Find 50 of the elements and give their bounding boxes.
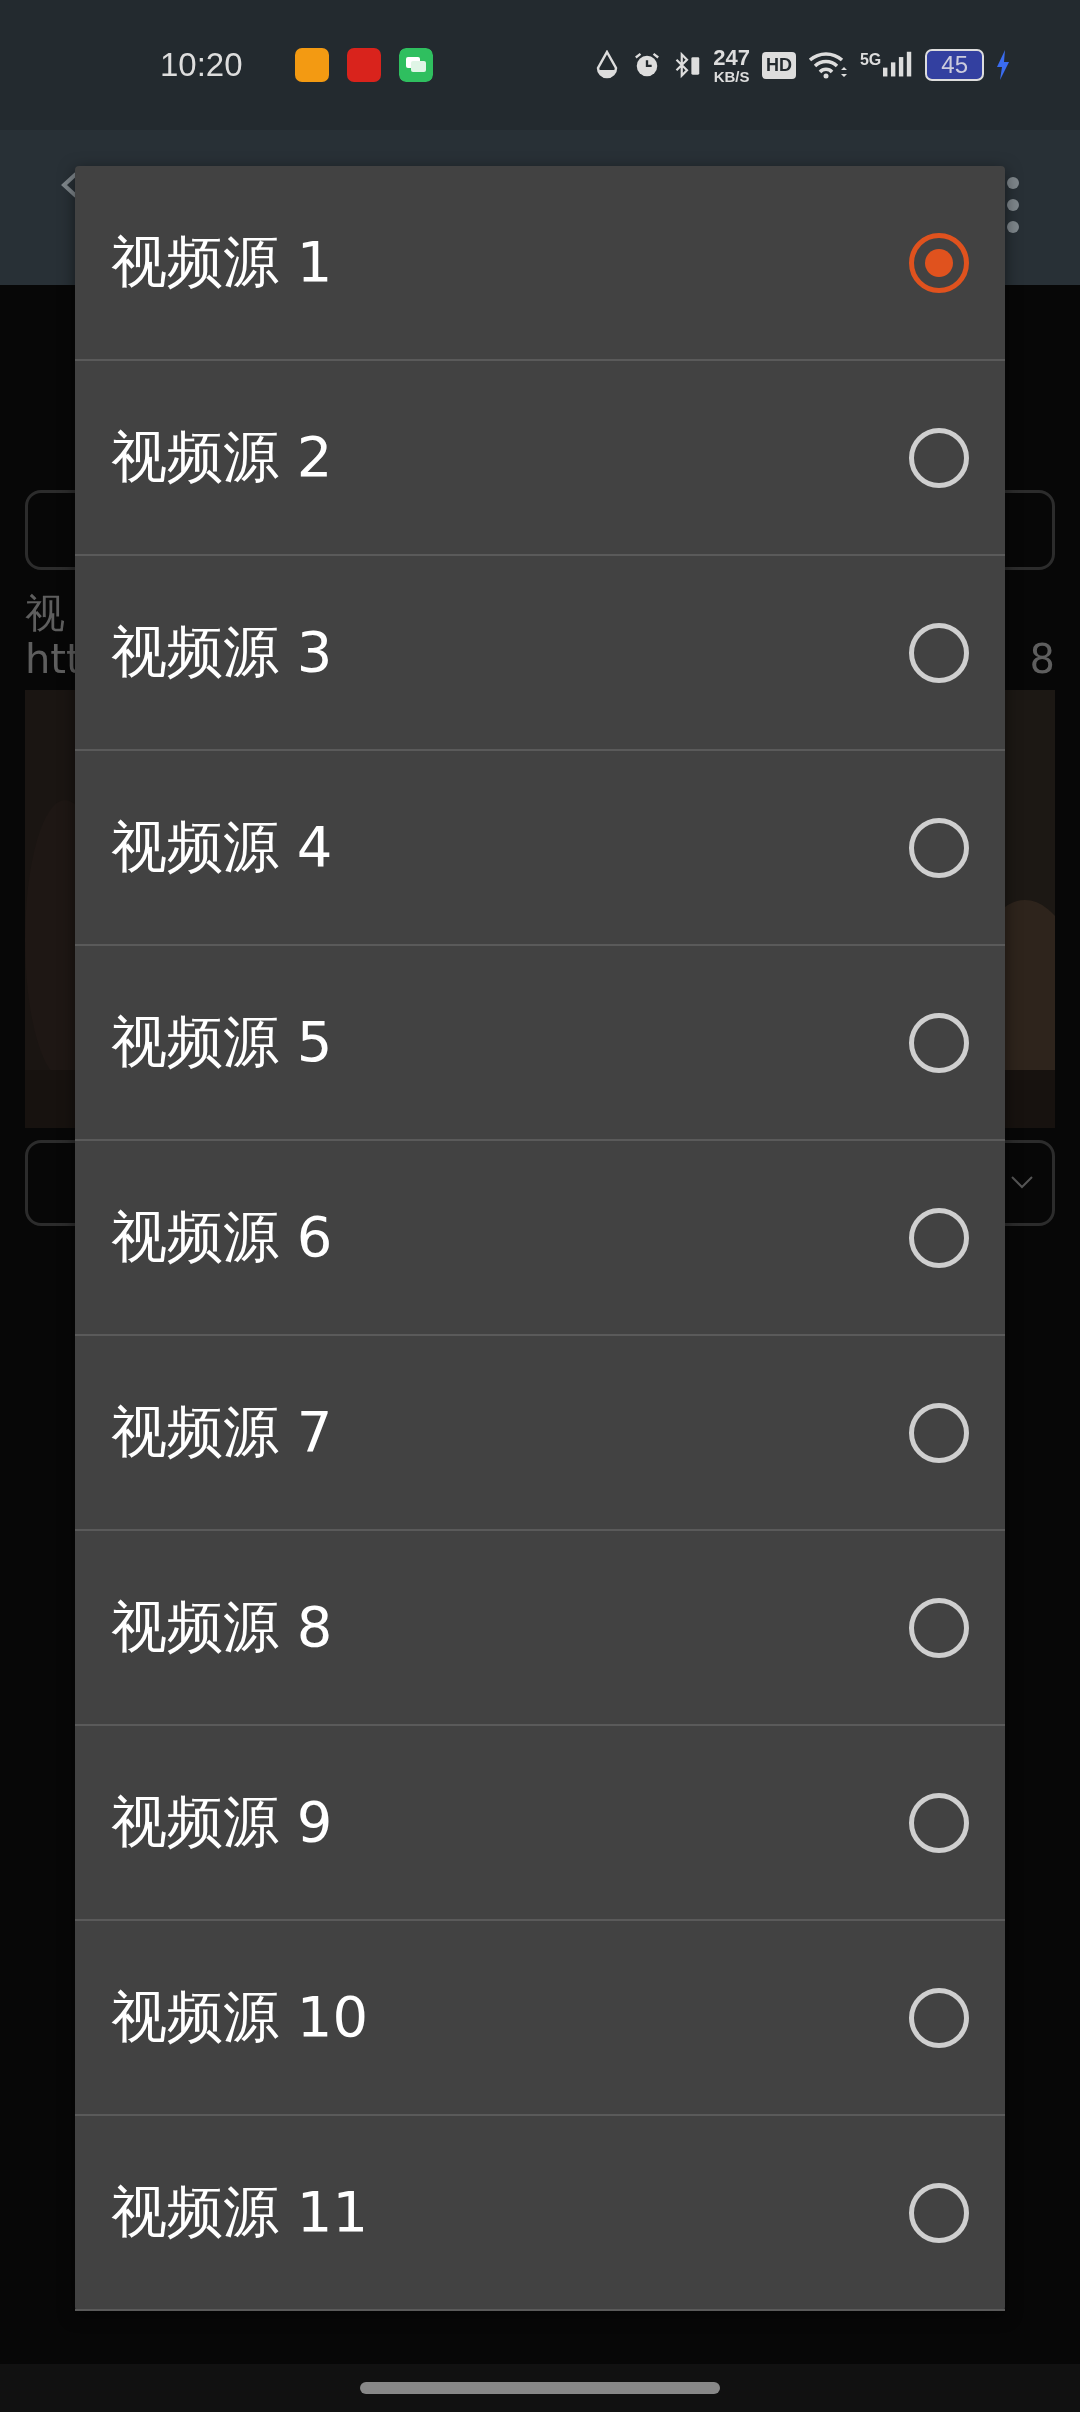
radio-button[interactable] [909, 1012, 969, 1073]
option-item[interactable]: 视频源 4 [75, 751, 1005, 946]
radio-button[interactable] [909, 427, 969, 488]
url-text: 8 [1029, 636, 1055, 682]
radio-button[interactable] [909, 817, 969, 878]
radio-button[interactable] [909, 1597, 969, 1658]
option-label: 视频源 4 [111, 812, 333, 881]
radio-button[interactable] [909, 622, 969, 683]
radio-button[interactable] [909, 232, 969, 293]
chat-icon [398, 48, 433, 82]
option-label: 视频源 2 [111, 422, 333, 491]
label-text: 视 [25, 590, 66, 636]
option-item[interactable]: 视频源 3 [75, 556, 1005, 751]
radio-button[interactable] [909, 1402, 969, 1463]
option-item[interactable]: 视频源 6 [75, 1141, 1005, 1336]
clock-time: 10:20 [160, 46, 243, 84]
hd-badge: HD [761, 51, 796, 79]
bluetooth-icon [673, 50, 702, 80]
option-item[interactable]: 视频源 5 [75, 946, 1005, 1141]
option-item[interactable]: 视频源 1 [75, 166, 1005, 361]
network-type: 5G [859, 51, 882, 69]
speed-unit: KB/S [713, 68, 750, 84]
more-icon[interactable] [1006, 175, 1020, 235]
chevron-icon [1010, 1175, 1034, 1189]
option-label: 视频源 6 [111, 1202, 333, 1271]
radio-button[interactable] [909, 1207, 969, 1268]
speed-value: 247 [713, 46, 750, 69]
option-item[interactable]: 视频源 7 [75, 1336, 1005, 1531]
option-label: 视频源 5 [111, 1007, 333, 1076]
app-icon [346, 48, 381, 82]
option-label: 视频源 1 [111, 227, 333, 296]
radio-button[interactable] [909, 2182, 969, 2243]
option-label: 视频源 3 [111, 617, 333, 686]
signal-icon [883, 51, 914, 79]
option-label: 视频源 7 [111, 1397, 333, 1466]
option-item[interactable]: 视频源 2 [75, 361, 1005, 556]
option-label: 视频源 11 [111, 2177, 369, 2246]
radio-button[interactable] [909, 1792, 969, 1853]
option-item[interactable]: 视频源 11 [75, 2116, 1005, 2311]
battery-indicator: 45 [925, 49, 984, 81]
option-label: 视频源 8 [111, 1592, 333, 1661]
app-icon [294, 48, 329, 82]
option-label: 视频源 9 [111, 1787, 333, 1856]
charging-icon [996, 50, 1010, 80]
option-item[interactable]: 视频源 9 [75, 1726, 1005, 1921]
option-label: 视频源 10 [111, 1982, 369, 2051]
radio-button[interactable] [909, 1987, 969, 2048]
wifi-icon [807, 50, 848, 80]
option-item[interactable]: 视频源 10 [75, 1921, 1005, 2116]
option-item[interactable]: 视频源 8 [75, 1531, 1005, 1726]
